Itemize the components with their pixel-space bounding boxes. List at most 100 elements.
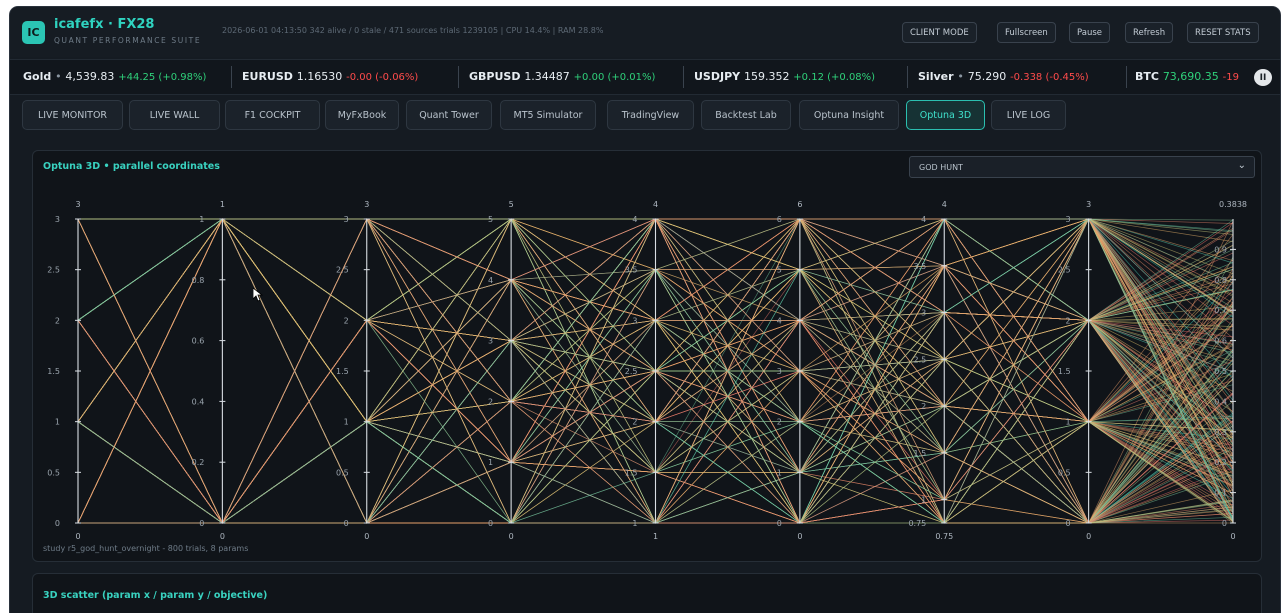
tab-optuna-insight[interactable]: Optuna Insight xyxy=(799,100,899,130)
ticker-item-eurusd[interactable]: EURUSD 1.16530 -0.00 (-0.06%) xyxy=(242,70,418,83)
axis-tick-label: 4 xyxy=(921,215,926,224)
ticker-item-gold[interactable]: Gold • 4,539.83 +44.25 (+0.98%) xyxy=(23,70,206,83)
axis-tick-label: 2 xyxy=(1066,316,1071,325)
axis-tick-label: 0 xyxy=(777,519,782,528)
axis-tick-label: 2 xyxy=(921,402,926,411)
axis-tick-label: 1.5 xyxy=(914,449,927,458)
ticker-item-gbpusd[interactable]: GBPUSD 1.34487 +0.00 (+0.01%) xyxy=(469,70,655,83)
axis-tick-label: 1 xyxy=(55,418,60,427)
pause-button[interactable]: Pause xyxy=(1069,22,1110,43)
parallel-axis-2[interactable]: 1 0 0 0.2 0.4 0.6 0.8 1 xyxy=(192,200,226,541)
ticker-change: -19 xyxy=(1222,72,1239,83)
ticker-change: +0.00 (+0.01%) xyxy=(573,72,656,83)
ticker-pause-icon[interactable]: II xyxy=(1254,69,1272,86)
ticker-symbol: EURUSD xyxy=(242,70,293,83)
tab-live-log[interactable]: LIVE LOG xyxy=(991,100,1066,130)
axis-tick-label: 0 xyxy=(1222,519,1227,528)
ticker-item-silver[interactable]: Silver • 75.290 -0.338 (-0.45%) xyxy=(918,70,1089,83)
app-title: icafefx · FX28 xyxy=(54,17,155,32)
parallel-axis-8[interactable]: 3 0 0 0.5 1 1.5 2 2.5 3 xyxy=(1058,200,1092,541)
axis-tick-label: 0.5 xyxy=(336,468,349,477)
axis-tick-label: 6 xyxy=(777,215,782,224)
axis-tick-label: 2.5 xyxy=(914,355,927,364)
ticker-divider xyxy=(458,66,459,88)
chevron-down-icon: ⌄ xyxy=(1237,160,1246,171)
axis-tick-label: 3 xyxy=(921,309,926,318)
axis-tick-label: 2.5 xyxy=(1058,266,1071,275)
tab-live-wall[interactable]: LIVE WALL xyxy=(129,100,220,130)
axis-tick-label: 2 xyxy=(344,316,349,325)
study-select[interactable]: GOD HUNT ⌄ xyxy=(909,156,1255,178)
axis-tick-label: 0.4 xyxy=(1214,397,1227,406)
ticker-change: +44.25 (+0.98%) xyxy=(118,72,207,83)
parallel-axis-7[interactable]: 4 0.75 0.75 1 1.5 2 2.5 3 3.5 4 xyxy=(908,200,953,541)
axis-max-label: 6 xyxy=(797,200,802,209)
axis-max-label: 3 xyxy=(75,200,80,209)
tab-tradingview[interactable]: TradingView xyxy=(607,100,694,130)
axis-tick-label: 4 xyxy=(488,276,493,285)
axis-tick-label: 2 xyxy=(777,418,782,427)
axis-tick-label: 1.5 xyxy=(47,367,60,376)
ticker-dot: • xyxy=(55,70,62,83)
study-summary: study r5_god_hunt_overnight - 800 trials… xyxy=(43,544,249,553)
axis-tick-label: 1.5 xyxy=(1058,367,1071,376)
axis-tick-label: 3 xyxy=(777,367,782,376)
ticker-item-btc[interactable]: BTC 73,690.35 -19 xyxy=(1135,70,1239,83)
parallel-coordinates-panel: Optuna 3D • parallel coordinates GOD HUN… xyxy=(32,150,1262,562)
axis-tick-label: 0.6 xyxy=(192,337,205,346)
tab-live-monitor[interactable]: LIVE MONITOR xyxy=(22,100,123,130)
axis-tick-label: 1 xyxy=(1066,418,1071,427)
parallel-axis-1[interactable]: 3 0 0 0.5 1 1.5 2 2.5 3 xyxy=(47,200,81,541)
app-header: IC icafefx · FX28 QUANT PERFORMANCE SUIT… xyxy=(10,7,1280,57)
axis-max-label: 3 xyxy=(364,200,369,209)
parallel-axis-4[interactable]: 5 0 0 1 2 3 4 5 xyxy=(488,200,515,541)
ticker-item-usdjpy[interactable]: USDJPY 159.352 +0.12 (+0.08%) xyxy=(694,70,875,83)
axis-tick-label: 1.5 xyxy=(625,468,638,477)
parallel-axis-3[interactable]: 3 0 0 0.5 1 1.5 2 2.5 3 xyxy=(336,200,370,541)
tab-backtest-lab[interactable]: Backtest Lab xyxy=(701,100,791,130)
system-status: 2026-06-01 04:13:50 342 alive / 0 stale … xyxy=(222,26,604,35)
ticker-dot: • xyxy=(957,70,964,83)
ticker-price: 4,539.83 xyxy=(65,70,115,83)
tab-quant-tower[interactable]: Quant Tower xyxy=(406,100,492,130)
axis-max-label: 1 xyxy=(220,200,225,209)
axis-tick-label: 1 xyxy=(488,458,493,467)
parallel-coordinates-chart[interactable]: 3000.511.522.531000.20.40.60.813000.511.… xyxy=(33,184,1261,544)
axis-tick-label: 0.1 xyxy=(1214,489,1227,498)
ticker-symbol: GBPUSD xyxy=(469,70,521,83)
axis-tick-label: 3 xyxy=(55,215,60,224)
axis-tick-label: 0.4 xyxy=(192,397,205,406)
axis-tick-label: 3 xyxy=(488,337,493,346)
axis-tick-label: 2 xyxy=(488,397,493,406)
axis-tick-label: 0 xyxy=(199,519,204,528)
axis-tick-label: 0.7 xyxy=(1214,306,1227,315)
axis-tick-label: 0 xyxy=(344,519,349,528)
axis-tick-label: 0.3 xyxy=(1214,428,1227,437)
axis-tick-label: 2 xyxy=(55,316,60,325)
axis-min-label: 0.75 xyxy=(935,532,953,541)
axis-tick-label: 0.9 xyxy=(1214,245,1227,254)
fullscreen-button[interactable]: Fullscreen xyxy=(997,22,1056,43)
ticker-symbol: USDJPY xyxy=(694,70,741,83)
tab-mt5-simulator[interactable]: MT5 Simulator xyxy=(500,100,596,130)
axis-tick-label: 0.2 xyxy=(1214,458,1227,467)
axis-max-label: 4 xyxy=(653,200,658,209)
ticker-symbol: Silver xyxy=(918,70,954,83)
axis-tick-label: 3.5 xyxy=(914,262,927,271)
tab-myfxbook[interactable]: MyFxBook xyxy=(325,100,399,130)
client-mode-button[interactable]: CLIENT MODE xyxy=(902,22,977,43)
tab-optuna-3d[interactable]: Optuna 3D xyxy=(906,100,985,130)
parallel-axis-9[interactable]: 0.3838 00 0.1 0.2 0.3 0.4 0.5 0.6 0.7 0.8 0.9 xyxy=(1214,200,1247,541)
axis-max-label: 5 xyxy=(509,200,514,209)
axis-max-label: 4 xyxy=(942,200,947,209)
axis-min-label: 0 xyxy=(75,532,80,541)
tab-f1-cockpit[interactable]: F1 COCKPIT xyxy=(225,100,320,130)
axis-min-label: 0 xyxy=(509,532,514,541)
axis-min-label: 0 xyxy=(797,532,802,541)
axis-min-label: 0 xyxy=(1086,532,1091,541)
refresh-button[interactable]: Refresh xyxy=(1125,22,1174,43)
app-window: IC icafefx · FX28 QUANT PERFORMANCE SUIT… xyxy=(9,6,1281,613)
ticker-divider xyxy=(1126,66,1127,88)
panel-title: Optuna 3D • parallel coordinates xyxy=(43,161,220,172)
reset-stats-button[interactable]: RESET STATS xyxy=(1187,22,1259,43)
